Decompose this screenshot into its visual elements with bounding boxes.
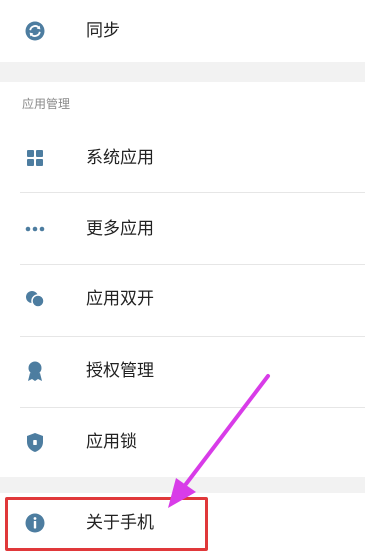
menu-item-sync[interactable]: 同步 xyxy=(0,0,365,62)
divider xyxy=(20,336,365,337)
more-dots-icon xyxy=(25,226,45,232)
menu-item-label: 更多应用 xyxy=(86,219,154,239)
menu-item-app-lock[interactable]: 应用锁 xyxy=(0,411,365,475)
menu-item-label: 同步 xyxy=(86,21,120,41)
menu-item-system-apps[interactable]: 系统应用 xyxy=(0,126,365,190)
section-separator xyxy=(0,62,365,82)
sync-icon xyxy=(25,21,45,41)
divider xyxy=(20,192,365,193)
section-title: 应用管理 xyxy=(22,97,71,111)
dual-app-icon xyxy=(26,291,45,308)
menu-item-label: 应用锁 xyxy=(86,432,137,452)
badge-icon xyxy=(28,361,42,381)
menu-item-label: 应用双开 xyxy=(86,289,154,309)
section-header: 应用管理 xyxy=(0,82,365,126)
menu-item-authorization[interactable]: 授权管理 xyxy=(0,340,365,404)
menu-item-label: 授权管理 xyxy=(86,361,154,381)
menu-item-label: 系统应用 xyxy=(86,148,154,168)
menu-item-dual-apps[interactable]: 应用双开 xyxy=(0,268,365,332)
grid-icon xyxy=(27,150,43,166)
highlight-box xyxy=(5,497,208,551)
divider xyxy=(20,407,365,408)
shield-lock-icon xyxy=(27,433,43,452)
divider xyxy=(20,264,365,265)
section-separator xyxy=(0,477,365,493)
menu-item-more-apps[interactable]: 更多应用 xyxy=(0,197,365,261)
